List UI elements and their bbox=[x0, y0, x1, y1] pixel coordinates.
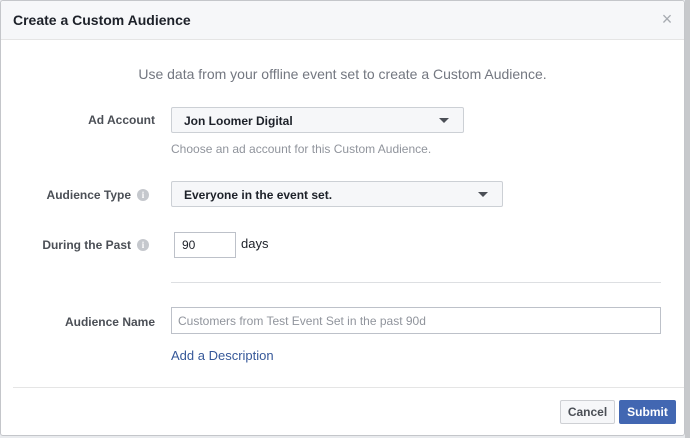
ad-account-select[interactable]: Jon Loomer Digital bbox=[171, 107, 464, 133]
footer-divider bbox=[13, 387, 684, 388]
during-the-past-label: During the Past bbox=[42, 238, 131, 252]
intro-text: Use data from your offline event set to … bbox=[138, 66, 547, 82]
ad-account-label: Ad Account bbox=[88, 113, 155, 127]
page-backdrop bbox=[685, 0, 690, 438]
audience-name-input[interactable] bbox=[171, 307, 661, 334]
dialog-title: Create a Custom Audience bbox=[13, 12, 191, 28]
audience-type-value: Everyone in the event set. bbox=[184, 188, 333, 202]
audience-type-select[interactable]: Everyone in the event set. bbox=[171, 181, 503, 207]
chevron-down-icon bbox=[478, 192, 488, 197]
section-divider bbox=[171, 282, 661, 283]
ad-account-value: Jon Loomer Digital bbox=[184, 114, 293, 128]
cancel-button[interactable]: Cancel bbox=[560, 400, 615, 424]
close-icon[interactable]: × bbox=[660, 10, 674, 28]
add-description-link[interactable]: Add a Description bbox=[171, 348, 274, 363]
audience-name-label: Audience Name bbox=[64, 315, 155, 329]
during-the-past-input[interactable] bbox=[174, 232, 236, 258]
info-icon[interactable]: i bbox=[137, 239, 149, 251]
days-unit-label: days bbox=[241, 236, 269, 251]
dialog-header: Create a Custom Audience × bbox=[1, 1, 684, 40]
ad-account-helper: Choose an ad account for this Custom Aud… bbox=[171, 142, 432, 156]
audience-type-label: Audience Type bbox=[46, 188, 131, 202]
info-icon[interactable]: i bbox=[137, 189, 149, 201]
chevron-down-icon bbox=[439, 118, 449, 123]
submit-button[interactable]: Submit bbox=[619, 400, 676, 424]
create-custom-audience-dialog: Create a Custom Audience × Use data from… bbox=[0, 0, 685, 436]
